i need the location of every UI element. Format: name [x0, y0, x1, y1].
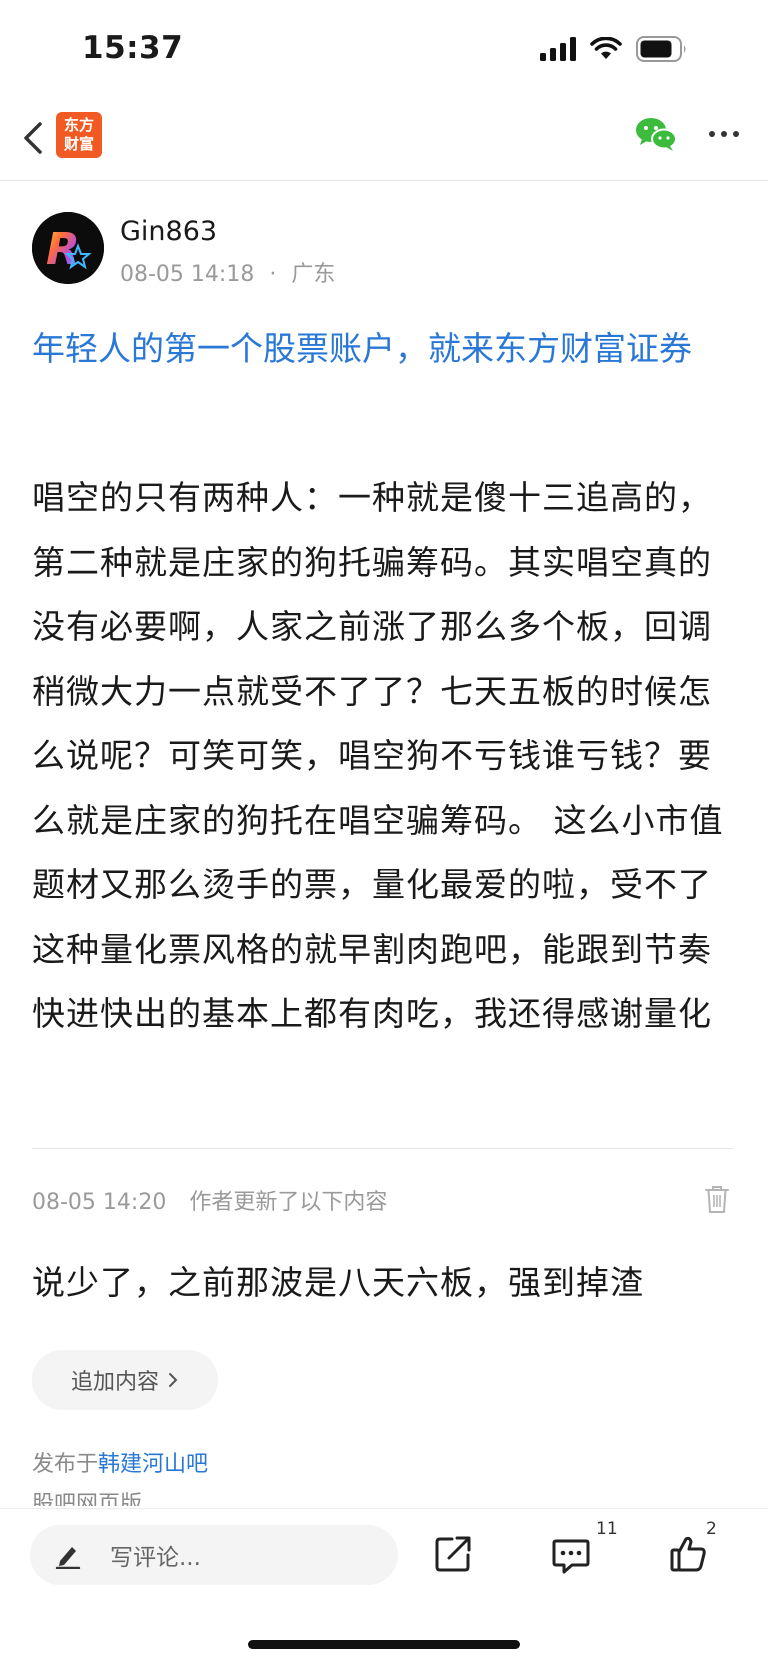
chevron-right-icon	[169, 1373, 178, 1387]
post-body: 唱空的只有两种人：一种就是傻十三追高的，第二种就是庄家的狗托骗筹码。其实唱空真的…	[32, 478, 724, 1033]
back-icon[interactable]	[18, 118, 54, 158]
publish-prefix: 发布于	[32, 1452, 99, 1477]
status-icons	[540, 36, 688, 62]
more-icon[interactable]	[706, 122, 746, 146]
app-logo: 东方 财富	[56, 112, 102, 158]
publish-info: 发布于韩建河山吧	[32, 1446, 208, 1478]
svg-text:R: R	[46, 224, 80, 275]
comment-icon[interactable]	[550, 1535, 592, 1577]
like-count: 2	[706, 1519, 717, 1539]
avatar-image: R	[32, 212, 104, 284]
meta-separator: ·	[269, 262, 277, 287]
post-date: 08-05 14:18	[120, 262, 255, 287]
comment-input[interactable]: 写评论...	[30, 1525, 398, 1585]
avatar[interactable]: R	[32, 212, 104, 284]
update-text: 说少了，之前那波是八天六板，强到掉渣	[32, 1263, 644, 1302]
promo-link[interactable]: 年轻人的第一个股票账户，就来东方财富证券	[32, 322, 738, 376]
comment-placeholder: 写评论...	[110, 1545, 201, 1571]
bottom-action-bar: 写评论... 11 2	[0, 1508, 768, 1664]
status-bar: 15:37	[0, 0, 768, 100]
signal-icon	[540, 37, 576, 61]
home-indicator	[248, 1640, 520, 1649]
append-label: 追加内容	[70, 1370, 159, 1395]
append-content-button[interactable]: 追加内容	[32, 1350, 218, 1410]
status-time: 15:37	[82, 30, 184, 66]
divider	[32, 1148, 734, 1149]
update-time: 08-05 14:20	[32, 1190, 167, 1215]
logo-line1: 东方	[63, 116, 94, 134]
share-icon[interactable]	[432, 1533, 474, 1575]
post-meta: 08-05 14:18 · 广东	[120, 256, 335, 288]
update-meta: 08-05 14:20 作者更新了以下内容	[32, 1184, 387, 1216]
update-label: 作者更新了以下内容	[189, 1190, 388, 1215]
web-version-link[interactable]: 股吧网页版	[32, 1486, 142, 1506]
like-icon[interactable]	[668, 1533, 710, 1575]
wechat-icon[interactable]	[634, 114, 678, 154]
pen-icon	[55, 1547, 81, 1569]
nav-bar: 东方 财富	[0, 100, 768, 181]
forum-link[interactable]: 韩建河山吧	[98, 1452, 208, 1477]
logo-line2: 财富	[63, 135, 94, 153]
wifi-icon	[590, 37, 622, 59]
author-name[interactable]: Gin863	[120, 216, 217, 247]
battery-icon	[636, 36, 686, 62]
comment-count: 11	[596, 1519, 618, 1539]
post-location: 广东	[291, 262, 336, 287]
trash-icon[interactable]	[704, 1184, 730, 1214]
